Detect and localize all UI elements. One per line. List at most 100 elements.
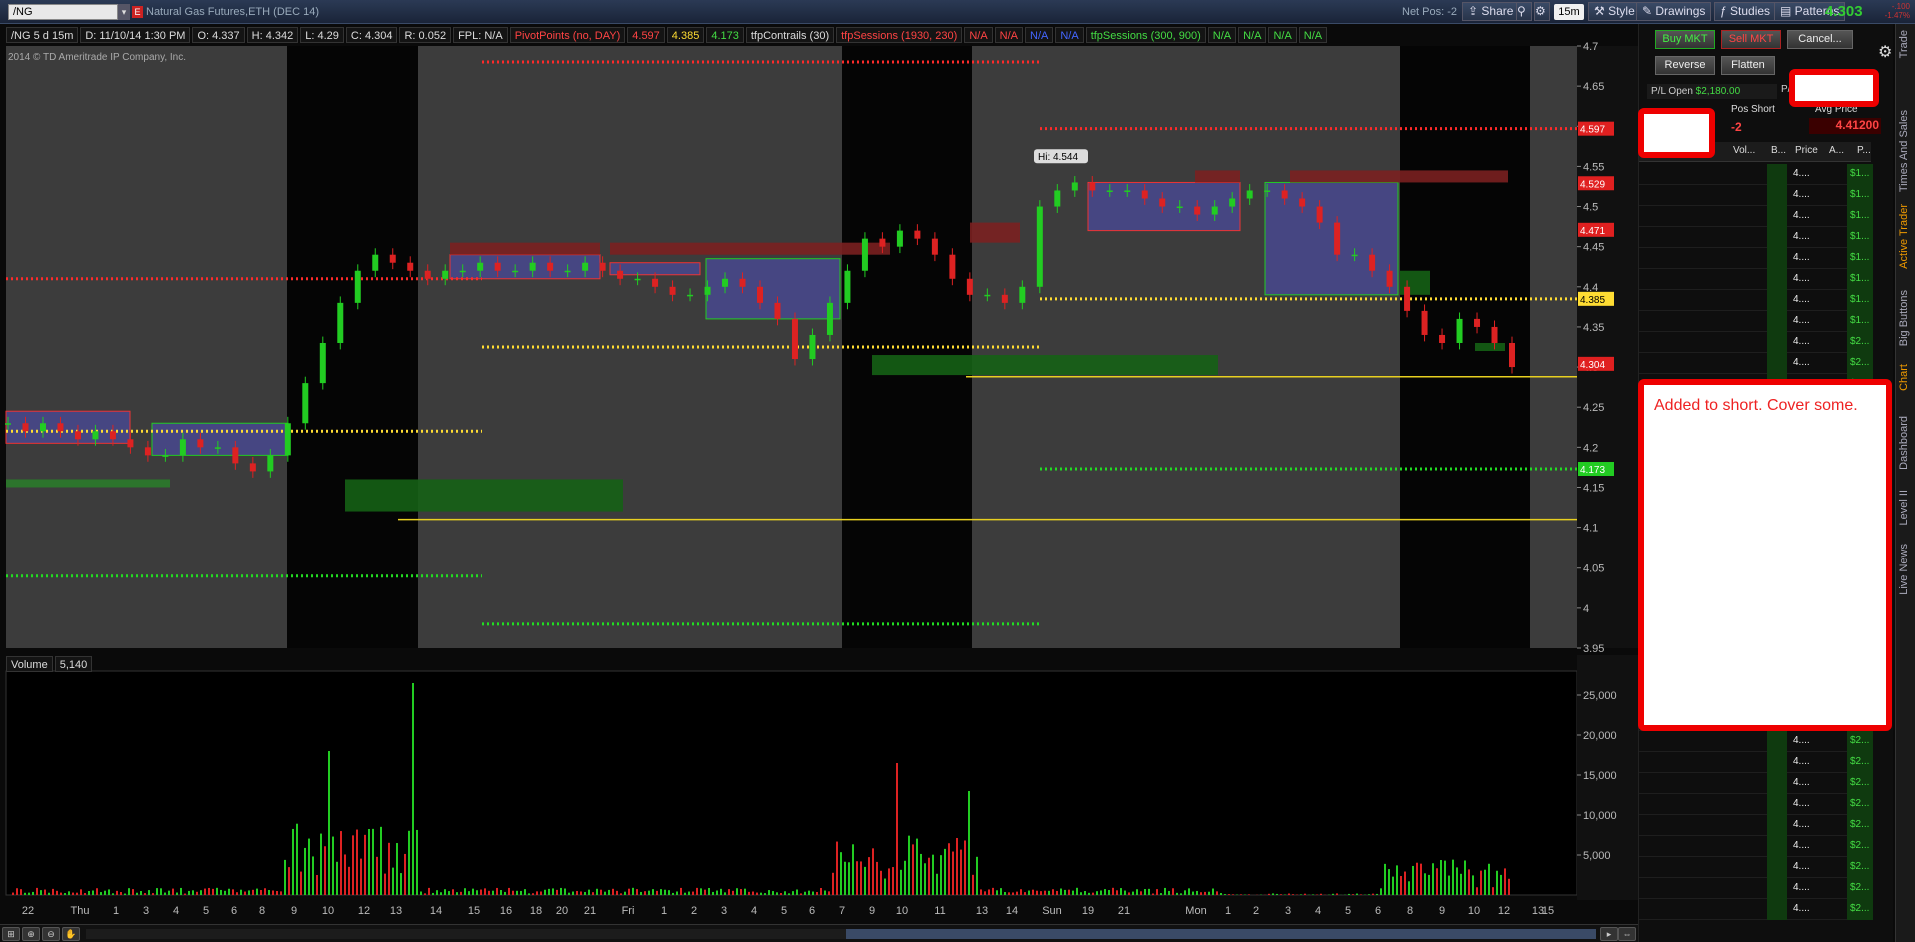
ladder-row[interactable]: 4.... $2... bbox=[1639, 731, 1873, 752]
link-icon[interactable]: ⚲ bbox=[1516, 2, 1532, 21]
drawings-button[interactable]: ✎ Drawings bbox=[1636, 2, 1712, 21]
side-tab[interactable]: Live News bbox=[1898, 544, 1910, 595]
time-tick-label: 18 bbox=[530, 905, 542, 917]
ladder-row[interactable]: 4.... $2... bbox=[1639, 836, 1873, 857]
volume-bar bbox=[1380, 888, 1382, 895]
ladder-pl-cell[interactable]: $2... bbox=[1847, 731, 1873, 752]
col-price[interactable]: Price bbox=[1795, 145, 1818, 156]
ladder-row[interactable]: 4.... $2... bbox=[1639, 332, 1873, 353]
study-info-cell: L: 4.29 bbox=[300, 27, 344, 43]
ladder-pl-cell[interactable]: $1... bbox=[1847, 269, 1873, 290]
ladder-row[interactable]: 4.... $1... bbox=[1639, 227, 1873, 248]
ladder-pl-cell[interactable]: $2... bbox=[1847, 752, 1873, 773]
volume-bar bbox=[328, 751, 330, 895]
ladder-buy-cell[interactable] bbox=[1767, 794, 1787, 815]
col-buy-orders[interactable]: B... bbox=[1771, 145, 1786, 156]
ladder-buy-cell[interactable] bbox=[1767, 164, 1787, 185]
col-pl[interactable]: P... bbox=[1857, 145, 1871, 156]
style-button[interactable]: ⚒ Style bbox=[1588, 2, 1641, 21]
ladder-buy-cell[interactable] bbox=[1767, 878, 1787, 899]
side-tab[interactable]: Big Buttons bbox=[1898, 290, 1910, 346]
volume-pane[interactable]: 25,000 20,000 15,000 10,000 5,000 bbox=[0, 655, 1638, 900]
ladder-row[interactable]: 4.... $2... bbox=[1639, 899, 1873, 920]
zoom-in-icon[interactable]: ⊕ bbox=[22, 927, 40, 941]
ladder-buy-cell[interactable] bbox=[1767, 185, 1787, 206]
share-button[interactable]: ⇪ Share bbox=[1462, 2, 1520, 21]
ladder-pl-cell[interactable]: $1... bbox=[1847, 164, 1873, 185]
ladder-row[interactable]: 4.... $1... bbox=[1639, 311, 1873, 332]
ladder-buy-cell[interactable] bbox=[1767, 206, 1787, 227]
col-volume[interactable]: Vol... bbox=[1733, 145, 1755, 156]
ladder-pl-cell[interactable]: $2... bbox=[1847, 815, 1873, 836]
ladder-row[interactable]: 4.... $2... bbox=[1639, 794, 1873, 815]
ladder-pl-cell[interactable]: $1... bbox=[1847, 290, 1873, 311]
grid-icon[interactable]: ⊞ bbox=[2, 927, 20, 941]
ladder-buy-cell[interactable] bbox=[1767, 311, 1787, 332]
symbol-dropdown-icon[interactable]: ▾ bbox=[118, 4, 130, 20]
ladder-buy-cell[interactable] bbox=[1767, 815, 1787, 836]
ladder-row[interactable]: 4.... $2... bbox=[1639, 857, 1873, 878]
ladder-buy-cell[interactable] bbox=[1767, 899, 1787, 920]
symbol-input[interactable]: /NG bbox=[8, 4, 118, 20]
reverse-button[interactable]: Reverse bbox=[1655, 56, 1715, 75]
ladder-pl-cell[interactable]: $2... bbox=[1847, 353, 1873, 374]
ladder-buy-cell[interactable] bbox=[1767, 731, 1787, 752]
ladder-buy-cell[interactable] bbox=[1767, 248, 1787, 269]
horizontal-scrollbar[interactable] bbox=[86, 929, 1596, 939]
hand-icon[interactable]: ✋ bbox=[62, 927, 80, 941]
ladder-pl-cell[interactable]: $1... bbox=[1847, 185, 1873, 206]
ladder-row[interactable]: 4.... $2... bbox=[1639, 353, 1873, 374]
side-tab[interactable]: Trade bbox=[1898, 30, 1910, 58]
side-tab[interactable]: Dashboard bbox=[1898, 416, 1910, 470]
studies-button[interactable]: ƒ Studies bbox=[1714, 2, 1777, 21]
ladder-row[interactable]: 4.... $1... bbox=[1639, 206, 1873, 227]
ladder-buy-cell[interactable] bbox=[1767, 269, 1787, 290]
ladder-row[interactable]: 4.... $1... bbox=[1639, 269, 1873, 290]
ladder-row[interactable]: 4.... $1... bbox=[1639, 164, 1873, 185]
ladder-row[interactable]: 4.... $2... bbox=[1639, 815, 1873, 836]
gear-icon[interactable]: ⚙ bbox=[1878, 42, 1892, 62]
price-pane[interactable]: 4.74.654.64.554.54.454.44.354.34.254.24.… bbox=[0, 24, 1638, 654]
side-tab[interactable]: Times And Sales bbox=[1898, 110, 1910, 192]
study-info-cell: 4.597 bbox=[627, 27, 665, 43]
side-tab[interactable]: Chart bbox=[1898, 364, 1910, 391]
timeframe-selector[interactable]: 15m bbox=[1554, 4, 1584, 20]
ladder-pl-cell[interactable]: $1... bbox=[1847, 227, 1873, 248]
ladder-pl-cell[interactable]: $2... bbox=[1847, 794, 1873, 815]
cancel-button[interactable]: Cancel... bbox=[1787, 30, 1853, 49]
scroll-right-icon[interactable]: ▸ bbox=[1600, 927, 1618, 941]
ladder-row[interactable]: 4.... $2... bbox=[1639, 878, 1873, 899]
ladder-pl-cell[interactable]: $2... bbox=[1847, 836, 1873, 857]
settings-wrench-icon[interactable]: ⚙ bbox=[1534, 2, 1550, 21]
side-tab[interactable]: Level II bbox=[1898, 490, 1910, 525]
scrollbar-thumb[interactable] bbox=[846, 929, 1596, 939]
ladder-buy-cell[interactable] bbox=[1767, 836, 1787, 857]
ladder-pl-cell[interactable]: $2... bbox=[1847, 878, 1873, 899]
ladder-pl-cell[interactable]: $2... bbox=[1847, 857, 1873, 878]
ladder-buy-cell[interactable] bbox=[1767, 332, 1787, 353]
expand-icon[interactable]: ⇔ bbox=[1618, 927, 1636, 941]
ladder-row[interactable]: 4.... $1... bbox=[1639, 248, 1873, 269]
ladder-pl-cell[interactable]: $2... bbox=[1847, 773, 1873, 794]
ladder-row[interactable]: 4.... $2... bbox=[1639, 752, 1873, 773]
sell-mkt-button[interactable]: Sell MKT bbox=[1721, 30, 1781, 49]
ladder-pl-cell[interactable]: $2... bbox=[1847, 899, 1873, 920]
buy-mkt-button[interactable]: Buy MKT bbox=[1655, 30, 1715, 49]
ladder-buy-cell[interactable] bbox=[1767, 773, 1787, 794]
ladder-row[interactable]: 4.... $1... bbox=[1639, 290, 1873, 311]
ladder-pl-cell[interactable]: $1... bbox=[1847, 311, 1873, 332]
ladder-pl-cell[interactable]: $1... bbox=[1847, 248, 1873, 269]
ladder-buy-cell[interactable] bbox=[1767, 290, 1787, 311]
side-tab[interactable]: Active Trader bbox=[1898, 204, 1910, 269]
ladder-buy-cell[interactable] bbox=[1767, 227, 1787, 248]
ladder-pl-cell[interactable]: $2... bbox=[1847, 332, 1873, 353]
col-ask[interactable]: A... bbox=[1829, 145, 1844, 156]
ladder-buy-cell[interactable] bbox=[1767, 752, 1787, 773]
ladder-row[interactable]: 4.... $2... bbox=[1639, 773, 1873, 794]
ladder-buy-cell[interactable] bbox=[1767, 353, 1787, 374]
ladder-row[interactable]: 4.... $1... bbox=[1639, 185, 1873, 206]
ladder-pl-cell[interactable]: $1... bbox=[1847, 206, 1873, 227]
zoom-out-icon[interactable]: ⊖ bbox=[42, 927, 60, 941]
flatten-button[interactable]: Flatten bbox=[1721, 56, 1775, 75]
ladder-buy-cell[interactable] bbox=[1767, 857, 1787, 878]
